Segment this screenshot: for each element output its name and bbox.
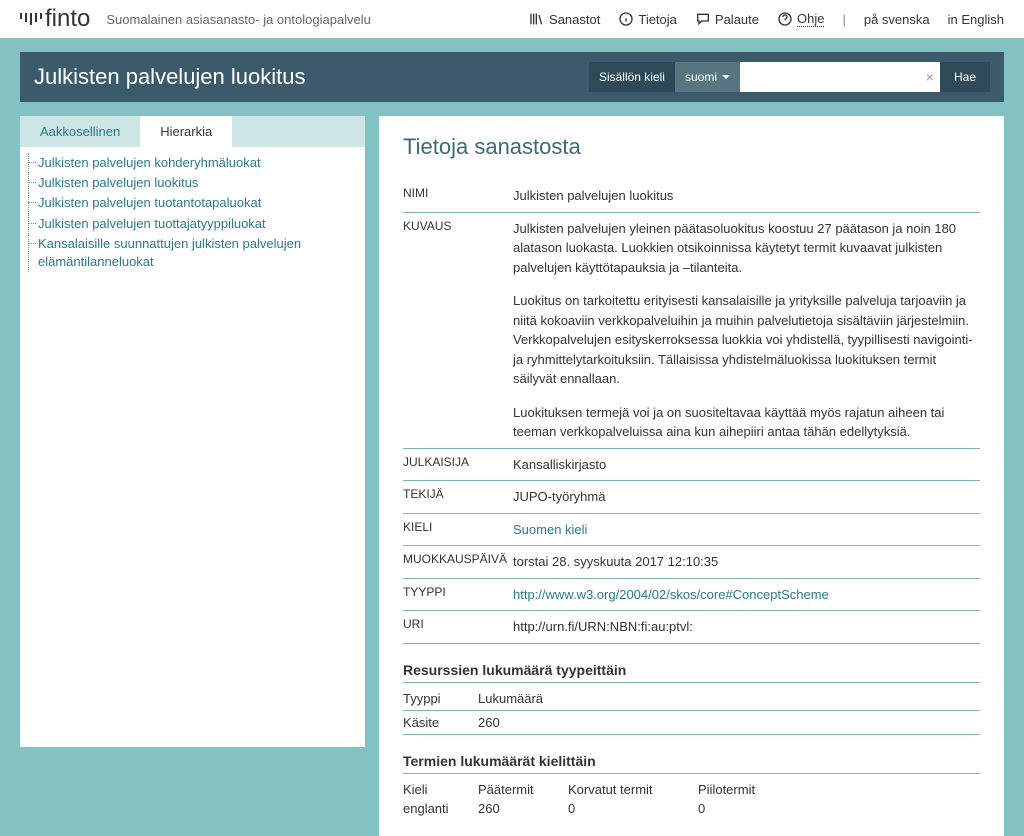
- nav-help[interactable]: Ohje: [777, 11, 824, 27]
- clear-search-icon[interactable]: ×: [926, 69, 934, 85]
- table-cell: Käsite: [403, 715, 478, 730]
- books-icon: [529, 11, 545, 27]
- label-julkaisija: JULKAISIJA: [403, 455, 513, 482]
- speech-bubble-icon: [695, 11, 711, 27]
- sidebar-tabs: Aakkosellinen Hierarkia: [20, 116, 365, 147]
- value-julkaisija: Kansalliskirjasto: [513, 455, 980, 475]
- search-area: Sisällön kieli suomi × Hae: [589, 62, 990, 92]
- label-kieli: KIELI: [403, 520, 513, 547]
- table-cell: 260: [478, 801, 568, 816]
- label-tyyppi: TYYPPI: [403, 585, 513, 612]
- tree-node[interactable]: Julkisten palvelujen luokitus: [24, 173, 361, 193]
- tab-alphabetical[interactable]: Aakkosellinen: [20, 116, 140, 147]
- lang-english-link[interactable]: in English: [948, 12, 1004, 27]
- top-nav: Sanastot Tietoja Palaute Ohje | på svens…: [529, 11, 1004, 27]
- term-count-heading: Termien lukumäärät kielittäin: [403, 753, 980, 774]
- label-nimi: NIMI: [403, 186, 513, 213]
- col-count: Lukumäärä: [478, 691, 568, 706]
- nav-feedback[interactable]: Palaute: [695, 11, 759, 27]
- top-header: finto Suomalainen asiasanasto- ja ontolo…: [0, 0, 1024, 38]
- col-alt: Korvatut termit: [568, 782, 698, 797]
- value-nimi: Julkisten palvelujen luokitus: [513, 186, 980, 206]
- table-cell: englanti: [403, 801, 478, 816]
- caret-down-icon: [722, 75, 730, 79]
- resource-count-table: Tyyppi Lukumäärä Käsite 260: [403, 689, 980, 735]
- tree-node[interactable]: Julkisten palvelujen tuottajatyyppiluoka…: [24, 214, 361, 234]
- value-tekija: JUPO-työryhmä: [513, 487, 980, 507]
- title-bar: Julkisten palvelujen luokitus Sisällön k…: [20, 52, 1004, 102]
- lang-swedish-link[interactable]: på svenska: [864, 12, 930, 27]
- col-hidden: Piilotermit: [698, 782, 798, 797]
- table-cell: 0: [568, 801, 698, 816]
- logo-decoration: [20, 13, 42, 25]
- nav-vocabularies[interactable]: Sanastot: [529, 11, 600, 27]
- value-muokkaus: torstai 28. syyskuuta 2017 12:10:35: [513, 552, 980, 572]
- nav-info[interactable]: Tietoja: [618, 11, 677, 27]
- label-muokkaus: MUOKKAUSPÄIVÄ: [403, 552, 513, 579]
- tree-node[interactable]: Julkisten palvelujen kohderyhmäluokat: [24, 153, 361, 173]
- info-icon: [618, 11, 634, 27]
- label-uri: URI: [403, 617, 513, 644]
- value-kuvaus: Julkisten palvelujen yleinen päätasoluok…: [513, 219, 980, 442]
- table-cell: 0: [698, 801, 798, 816]
- content-lang-select[interactable]: suomi: [675, 62, 740, 92]
- question-icon: [777, 11, 793, 27]
- content-heading: Tietoja sanastosta: [403, 134, 980, 160]
- table-cell: 260: [478, 715, 568, 730]
- col-type: Tyyppi: [403, 691, 478, 706]
- col-lang: Kieli: [403, 782, 478, 797]
- search-input[interactable]: [740, 62, 940, 92]
- search-button[interactable]: Hae: [940, 62, 990, 92]
- value-uri: http://urn.fi/URN:NBN:fi:au:ptvl:: [513, 617, 980, 637]
- vocabulary-title: Julkisten palvelujen luokitus: [34, 64, 589, 90]
- content-panel: Tietoja sanastosta NIMI Julkisten palvel…: [379, 116, 1004, 836]
- col-pref: Päätermit: [478, 782, 568, 797]
- content-lang-label: Sisällön kieli: [589, 62, 675, 92]
- sidebar: Aakkosellinen Hierarkia Julkisten palvel…: [20, 116, 365, 747]
- label-tekija: TEKIJÄ: [403, 487, 513, 514]
- value-kieli: Suomen kieli: [513, 520, 980, 540]
- label-kuvaus: KUVAUS: [403, 219, 513, 449]
- tab-hierarchy[interactable]: Hierarkia: [140, 116, 232, 147]
- separator: |: [842, 12, 845, 27]
- value-tyyppi: http://www.w3.org/2004/02/skos/core#Conc…: [513, 585, 980, 605]
- tagline: Suomalainen asiasanasto- ja ontologiapal…: [106, 12, 529, 27]
- hierarchy-tree: Julkisten palvelujen kohderyhmäluokat Ju…: [20, 147, 365, 747]
- tree-node[interactable]: Julkisten palvelujen tuotantotapaluokat: [24, 193, 361, 213]
- resource-count-heading: Resurssien lukumäärä tyypeittäin: [403, 662, 980, 683]
- tree-node[interactable]: Kansalaisille suunnattujen julkisten pal…: [24, 234, 361, 272]
- logo[interactable]: finto: [45, 5, 90, 33]
- term-count-table: Kieli Päätermit Korvatut termit Piiloter…: [403, 780, 980, 818]
